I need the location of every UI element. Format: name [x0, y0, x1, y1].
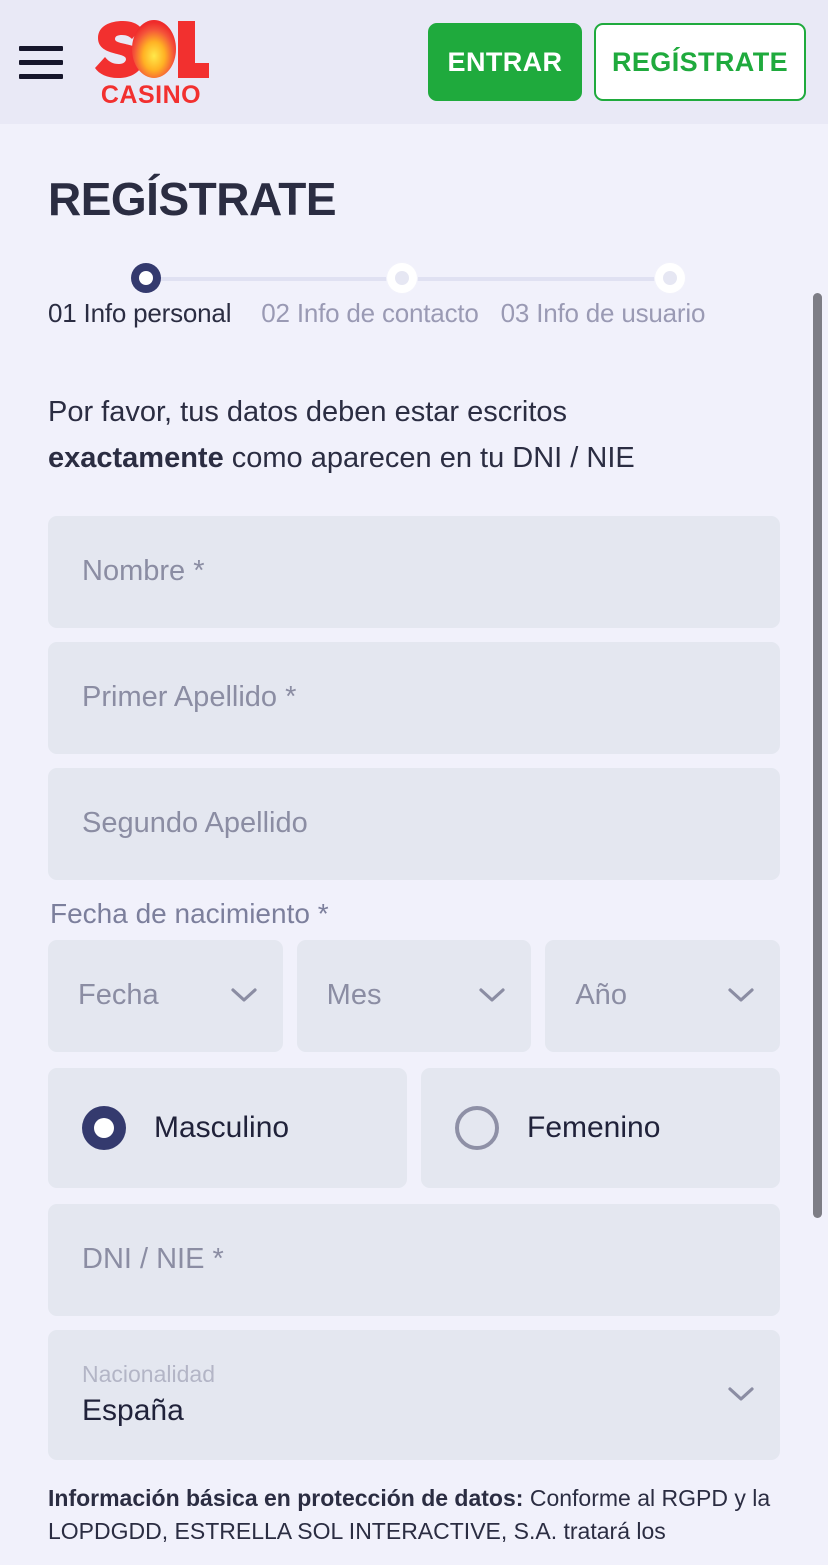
- hamburger-bar-2: [19, 59, 63, 65]
- dni-nie-field[interactable]: DNI / NIE *: [48, 1203, 780, 1316]
- registration-page: REGÍSTRATE 01 Info personal 02 Info de c…: [0, 172, 828, 1548]
- nationality-caption: Nacionalidad: [82, 1361, 215, 1388]
- gender-male-label: Masculino: [154, 1110, 290, 1144]
- birth-year-placeholder: Año: [575, 979, 627, 1012]
- page-title: REGÍSTRATE: [48, 173, 337, 225]
- step-dot-1-active[interactable]: [131, 263, 161, 293]
- dni-nie-placeholder: DNI / NIE *: [82, 1243, 224, 1276]
- birth-day-placeholder: Fecha: [78, 979, 159, 1012]
- site-header: CASINO ENTRAR REGÍSTRATE: [0, 0, 828, 124]
- personal-info-form: Nombre * Primer Apellido * Segundo Apell…: [48, 515, 781, 1460]
- hamburger-bar-1: [19, 45, 63, 51]
- step-dot-2-idle[interactable]: [387, 263, 417, 293]
- chevron-down-icon: [728, 1387, 754, 1402]
- register-button[interactable]: REGÍSTRATE: [594, 23, 806, 101]
- birthdate-label: Fecha de nacimiento *: [50, 897, 329, 929]
- birth-day-select[interactable]: Fecha: [48, 939, 283, 1052]
- registration-stepper: 01 Info personal 02 Info de contacto 03 …: [48, 260, 780, 329]
- chevron-down-icon: [479, 988, 505, 1003]
- chevron-down-icon: [728, 988, 754, 1003]
- segundo-apellido-placeholder: Segundo Apellido: [82, 807, 308, 840]
- birth-month-select[interactable]: Mes: [296, 939, 532, 1052]
- birth-month-placeholder: Mes: [326, 979, 382, 1012]
- birth-year-select[interactable]: Año: [545, 939, 781, 1052]
- gender-option-female[interactable]: Femenino: [421, 1067, 780, 1188]
- radio-selected-icon: [82, 1105, 126, 1150]
- nombre-field[interactable]: Nombre *: [48, 515, 780, 628]
- intro-line-2: como aparecen en tu DNI / NIE: [223, 442, 635, 475]
- primer-apellido-placeholder: Primer Apellido *: [82, 681, 297, 714]
- radio-unselected-icon: [455, 1105, 499, 1150]
- hamburger-bar-3: [19, 73, 63, 79]
- intro-emphasis: exactamente: [48, 442, 224, 475]
- stepper-labels: 01 Info personal 02 Info de contacto 03 …: [48, 298, 780, 329]
- legal-heading: Información básica en protección de dato…: [48, 1484, 524, 1511]
- nombre-placeholder: Nombre *: [82, 555, 205, 588]
- chevron-down-icon: [231, 988, 257, 1003]
- nationality-value: España: [82, 1394, 184, 1428]
- header-actions: ENTRAR REGÍSTRATE: [428, 23, 806, 101]
- hamburger-menu-icon[interactable]: [14, 35, 68, 89]
- step-label-2[interactable]: 02 Info de contacto: [261, 298, 479, 329]
- primer-apellido-field[interactable]: Primer Apellido *: [48, 641, 780, 754]
- step-label-3[interactable]: 03 Info de usuario: [501, 298, 706, 329]
- step-dot-3-idle[interactable]: [655, 263, 685, 293]
- intro-instructions: Por favor, tus datos deben estar escrito…: [48, 389, 780, 482]
- birthdate-selectors: Fecha Mes Año: [48, 939, 781, 1052]
- login-button[interactable]: ENTRAR: [428, 23, 582, 101]
- gender-option-male[interactable]: Masculino: [48, 1067, 407, 1188]
- gender-selector: Masculino Femenino: [48, 1067, 780, 1188]
- legal-disclaimer: Información básica en protección de dato…: [48, 1482, 780, 1549]
- stepper-track: [48, 260, 780, 296]
- sol-casino-logo[interactable]: CASINO: [92, 16, 210, 108]
- nationality-stack: Nacionalidad España: [82, 1361, 215, 1428]
- step-label-1[interactable]: 01 Info personal: [48, 298, 231, 329]
- intro-line-1: Por favor, tus datos deben estar escrito…: [48, 396, 568, 428]
- gender-female-label: Femenino: [527, 1110, 661, 1144]
- segundo-apellido-field[interactable]: Segundo Apellido: [48, 767, 780, 880]
- nationality-select[interactable]: Nacionalidad España: [48, 1329, 780, 1460]
- svg-text:CASINO: CASINO: [101, 81, 201, 108]
- page-scrollbar[interactable]: [813, 293, 822, 1218]
